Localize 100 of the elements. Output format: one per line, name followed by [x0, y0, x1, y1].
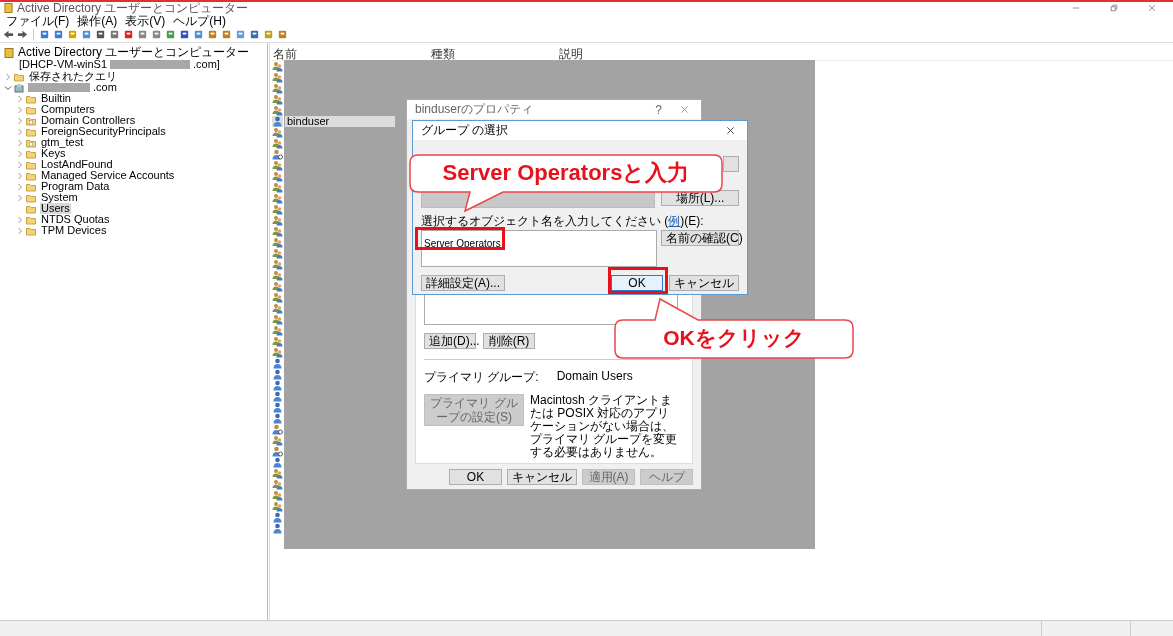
toolbar-icon[interactable] [39, 29, 50, 40]
list-row[interactable]: binduser [285, 116, 395, 127]
toolbar-icon[interactable] [165, 29, 176, 40]
group-icon[interactable] [272, 347, 283, 358]
tree-item[interactable]: System [40, 192, 79, 203]
group-icon[interactable] [272, 281, 283, 292]
group-icon[interactable] [272, 127, 283, 138]
folder-icon [26, 203, 36, 214]
advanced-button[interactable]: 詳細設定(A)... [421, 275, 505, 291]
tree-item[interactable]: Users [40, 203, 71, 214]
menu-item[interactable]: 操作(A) [77, 14, 118, 27]
tree-root-label[interactable]: Active Directory ユーザーとコンピューター [18, 46, 250, 59]
back-arrow-icon[interactable] [3, 29, 14, 40]
group-icon[interactable] [272, 325, 283, 336]
group-icon[interactable] [272, 204, 283, 215]
group-icon[interactable] [272, 138, 283, 149]
toolbar-icon[interactable] [151, 29, 162, 40]
dialog-button[interactable]: OK [449, 469, 502, 485]
toolbar-icon[interactable] [123, 29, 134, 40]
menu-item[interactable]: ヘルプ(H) [173, 14, 226, 27]
folder-icon [26, 126, 36, 137]
user-icon[interactable] [272, 369, 283, 380]
tree-item[interactable]: Computers [40, 104, 96, 115]
group-icon[interactable] [272, 479, 283, 490]
tree-item[interactable]: LostAndFound [40, 159, 114, 170]
user-icon[interactable] [272, 457, 283, 468]
group-icon[interactable] [272, 61, 283, 72]
group-icon[interactable] [272, 226, 283, 237]
restore-icon[interactable] [1110, 4, 1118, 12]
tree-item[interactable]: Program Data [40, 181, 111, 192]
group-icon[interactable] [272, 171, 283, 182]
user-icon[interactable] [272, 413, 283, 424]
toolbar-icon[interactable] [249, 29, 260, 40]
group-icon[interactable] [272, 314, 283, 325]
column-header[interactable]: 種類 [431, 46, 455, 63]
toolbar-icon[interactable] [137, 29, 148, 40]
dialog-title: グループ の選択 [421, 122, 510, 139]
group-icon[interactable] [272, 83, 283, 94]
expanded-chevron-icon[interactable] [4, 83, 12, 92]
user-icon[interactable] [272, 512, 283, 523]
toolbar-icon[interactable] [193, 29, 204, 40]
group-icon[interactable] [272, 248, 283, 259]
toolbar-icon[interactable] [277, 29, 288, 40]
tree-item[interactable]: Managed Service Accounts [40, 170, 176, 181]
window-title: Active Directory ユーザーとコンピューター [17, 2, 249, 14]
column-header[interactable]: 説明 [559, 46, 583, 63]
user-icon[interactable] [272, 358, 283, 369]
toolbar-icon[interactable] [109, 29, 120, 40]
group-icon[interactable] [272, 72, 283, 83]
close-icon[interactable] [726, 126, 735, 135]
forward-arrow-icon[interactable] [17, 29, 28, 40]
user-icon[interactable] [272, 523, 283, 534]
group-icon[interactable] [272, 105, 283, 116]
group-icon[interactable] [272, 237, 283, 248]
column-header[interactable]: 名前 [273, 46, 297, 63]
tree-item[interactable]: 保存されたクエリ [28, 71, 118, 82]
group-icon[interactable] [272, 292, 283, 303]
group-icon[interactable] [272, 270, 283, 281]
ok-button[interactable]: OK [611, 275, 663, 291]
group-icon[interactable] [272, 468, 283, 479]
toolbar-icon[interactable] [53, 29, 64, 40]
group-icon[interactable] [272, 435, 283, 446]
tree-item[interactable]: Keys [40, 148, 67, 159]
tree-item[interactable]: ForeignSecurityPrincipals [40, 126, 167, 137]
help-button[interactable]: ? [645, 102, 672, 117]
tree-item[interactable]: Builtin [40, 93, 72, 104]
user-icon[interactable] [272, 391, 283, 402]
server-name: [DHCP-VM-winS1 [18, 59, 108, 70]
toolbar-icon[interactable] [81, 29, 92, 40]
tree-item[interactable]: gtm_test [40, 137, 85, 148]
group-icon[interactable] [272, 94, 283, 105]
group-icon[interactable] [272, 160, 283, 171]
folder-icon [26, 225, 36, 236]
group-icon[interactable] [272, 259, 283, 270]
user-icon[interactable] [272, 380, 283, 391]
toolbar-icon[interactable] [207, 29, 218, 40]
dialog-button[interactable]: キャンセル [507, 469, 577, 485]
dialog-button[interactable]: 削除(R) [483, 333, 535, 349]
cancel-button[interactable]: キャンセル [669, 275, 739, 291]
group-icon[interactable] [272, 193, 283, 204]
tree-item[interactable]: .com [92, 82, 118, 93]
tree-item[interactable]: Domain Controllers [40, 115, 137, 126]
group-icon[interactable] [272, 182, 283, 193]
object-names-field[interactable]: Server Operators [421, 230, 657, 267]
user-icon[interactable] [272, 116, 283, 127]
tree-item[interactable]: NTDS Quotas [40, 214, 111, 225]
toolbar-icon[interactable] [221, 29, 232, 40]
tree-item[interactable]: TPM Devices [40, 225, 108, 236]
app-icon [4, 3, 13, 13]
user-icon[interactable] [272, 402, 283, 413]
toolbar-icon[interactable] [179, 29, 190, 40]
toolbar-icon[interactable] [95, 29, 106, 40]
menu-item[interactable]: 表示(V) [125, 14, 166, 27]
group-icon[interactable] [272, 490, 283, 501]
group-icon[interactable] [272, 215, 283, 226]
group-icon[interactable] [272, 336, 283, 347]
group-icon[interactable] [272, 501, 283, 512]
examples-link[interactable]: 例 [668, 214, 681, 228]
menu-item[interactable]: ファイル(F) [6, 14, 70, 27]
group-icon[interactable] [272, 303, 283, 314]
